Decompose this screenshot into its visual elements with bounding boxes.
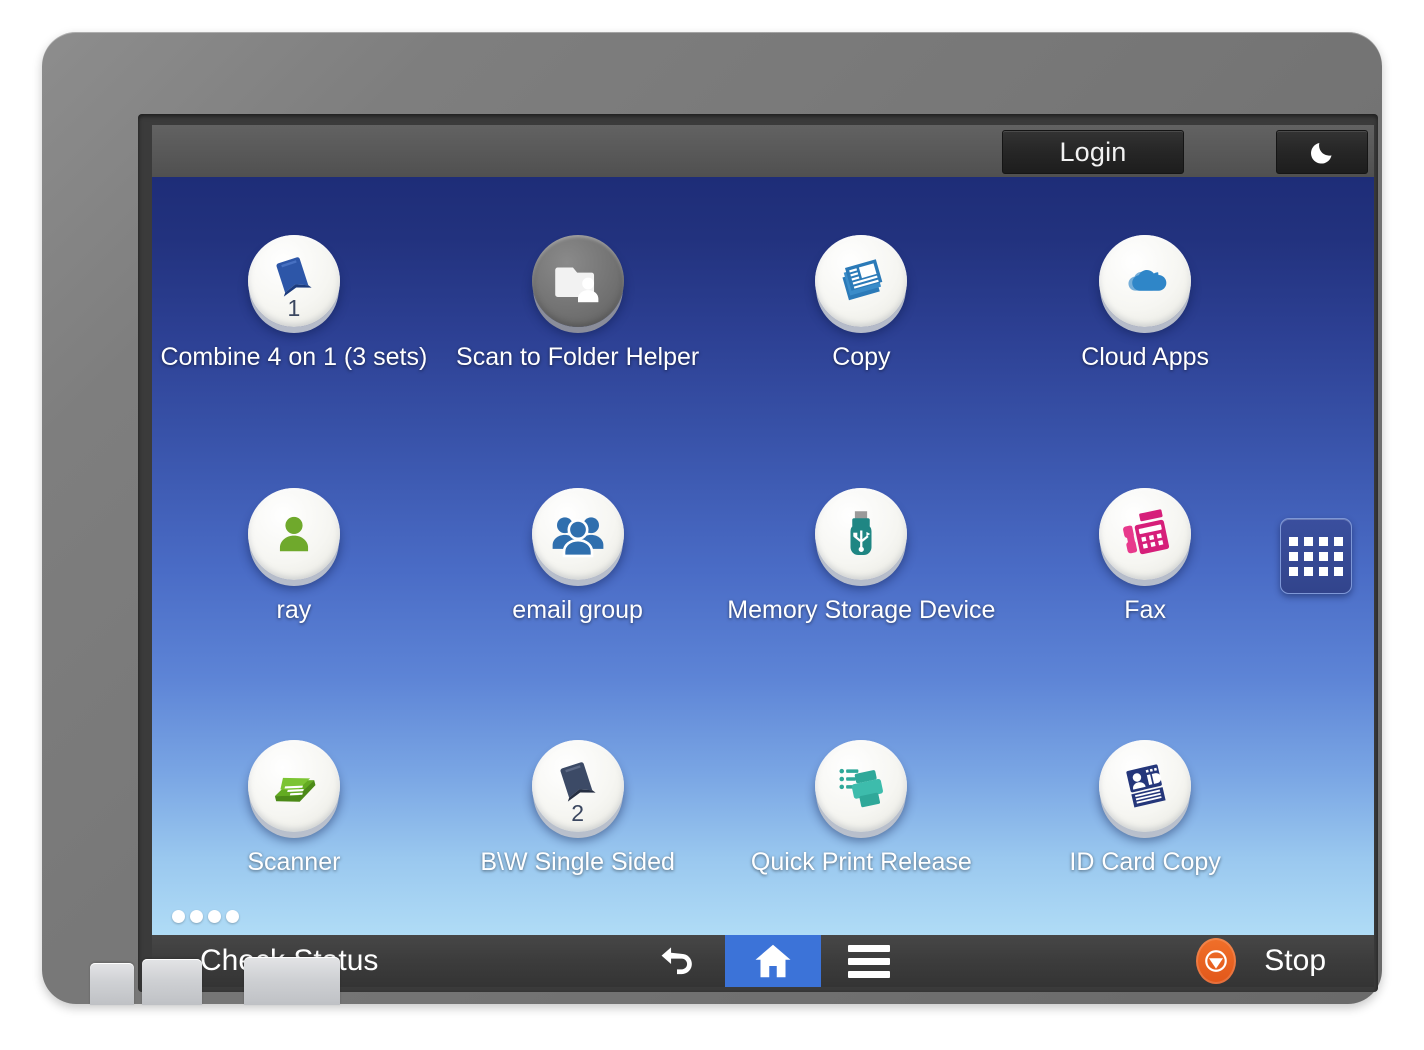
hardware-button-1[interactable] <box>90 963 134 1005</box>
home-screen-desktop: 1 Combine 4 on 1 (3 sets) <box>152 177 1374 935</box>
app-icon-circle <box>815 235 907 327</box>
stop-icon[interactable] <box>1168 935 1264 987</box>
back-arrow-icon[interactable] <box>629 935 725 987</box>
hamburger-bars <box>848 945 890 978</box>
app-tile-fax[interactable]: Fax <box>1003 430 1287 683</box>
app-icon-grid: 1 Combine 4 on 1 (3 sets) <box>152 177 1287 935</box>
nav-spacer-right <box>917 935 1168 987</box>
app-icon-circle <box>248 740 340 832</box>
folder-person-icon <box>551 254 605 308</box>
app-icon-circle <box>532 488 624 580</box>
app-label: Cloud Apps <box>1081 344 1209 372</box>
printer-device-frame: Login <box>42 32 1382 1004</box>
stop-glyph <box>1196 938 1236 984</box>
scanner-icon <box>266 758 322 814</box>
touch-panel-screen: Login <box>152 125 1374 987</box>
app-label: ray <box>277 597 312 625</box>
hamburger-menu-icon[interactable] <box>821 935 917 987</box>
app-tile-id-card-copy[interactable]: ID Card Copy <box>1003 682 1287 935</box>
app-icon-circle: 2 <box>532 740 624 832</box>
app-tile-cloud-apps[interactable]: Cloud Apps <box>1003 177 1287 430</box>
home-icon[interactable] <box>725 935 821 987</box>
people-group-icon <box>550 506 606 562</box>
app-tile-ray[interactable]: ray <box>152 430 436 683</box>
app-icon-circle <box>1099 235 1191 327</box>
stop-label: Stop <box>1264 944 1326 978</box>
app-icon-circle <box>248 488 340 580</box>
app-label: Quick Print Release <box>751 849 972 877</box>
moon-icon <box>1309 139 1336 166</box>
apps-grid-dots <box>1289 537 1343 576</box>
app-tile-quick-print-release[interactable]: Quick Print Release <box>720 682 1004 935</box>
top-status-bar: Login <box>152 125 1374 178</box>
app-tile-scan-to-folder-helper[interactable]: Scan to Folder Helper <box>436 177 720 430</box>
app-tile-copy[interactable]: Copy <box>720 177 1004 430</box>
stop-button-label-area[interactable]: Stop <box>1264 935 1374 987</box>
app-tile-memory-storage-device[interactable]: Memory Storage Device <box>720 430 1004 683</box>
sleep-mode-button[interactable] <box>1276 130 1368 174</box>
cloud-icon <box>1117 253 1173 309</box>
page-indicator-dots[interactable] <box>172 910 239 923</box>
page-dot[interactable] <box>190 910 203 923</box>
printer-list-icon <box>833 758 889 814</box>
id-card-icon <box>1118 759 1172 813</box>
app-label: Fax <box>1124 597 1166 625</box>
app-badge: 1 <box>248 297 340 320</box>
fax-machine-icon <box>1117 506 1173 562</box>
nav-spacer-left <box>378 935 629 987</box>
hardware-button-3[interactable] <box>244 957 340 1005</box>
app-tile-email-group[interactable]: email group <box>436 430 720 683</box>
app-icon-circle <box>1099 740 1191 832</box>
apps-grid-icon[interactable] <box>1280 518 1352 594</box>
app-badge: 2 <box>532 802 624 825</box>
app-icon-circle <box>532 235 624 327</box>
app-tile-combine-4-on-1[interactable]: 1 Combine 4 on 1 (3 sets) <box>152 177 436 430</box>
app-tile-bw-single-sided[interactable]: 2 B\W Single Sided <box>436 682 720 935</box>
login-button-label: Login <box>1059 137 1126 168</box>
login-button[interactable]: Login <box>1002 130 1184 174</box>
page-dot[interactable] <box>226 910 239 923</box>
app-label: Copy <box>832 344 890 372</box>
app-tile-scanner[interactable]: Scanner <box>152 682 436 935</box>
app-icon-circle <box>1099 488 1191 580</box>
app-label: Scanner <box>247 849 340 877</box>
app-label: ID Card Copy <box>1069 849 1220 877</box>
app-label: B\W Single Sided <box>480 849 675 877</box>
person-icon <box>269 509 319 559</box>
app-icon-circle <box>815 488 907 580</box>
usb-drive-icon <box>833 506 889 562</box>
page-dot[interactable] <box>208 910 221 923</box>
hardware-button-2[interactable] <box>142 959 202 1005</box>
app-icon-circle <box>815 740 907 832</box>
app-label: Scan to Folder Helper <box>456 344 699 372</box>
copy-documents-icon <box>834 254 888 308</box>
app-label: email group <box>512 597 643 625</box>
page-dot[interactable] <box>172 910 185 923</box>
app-label: Memory Storage Device <box>727 597 995 625</box>
app-label: Combine 4 on 1 (3 sets) <box>160 344 427 372</box>
app-icon-circle: 1 <box>248 235 340 327</box>
